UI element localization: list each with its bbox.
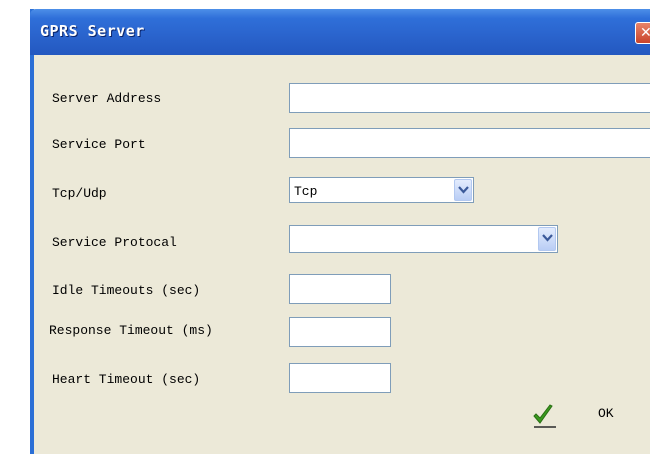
tcp-udp-selected-value: Tcp <box>294 184 318 199</box>
window-title: GPRS Server <box>40 22 145 40</box>
response-timeout-label: Response Timeout (ms) <box>49 323 213 338</box>
idle-timeouts-label: Idle Timeouts (sec) <box>52 283 201 298</box>
tcp-udp-label: Tcp/Udp <box>52 186 107 201</box>
ok-label: OK <box>598 406 614 421</box>
close-button[interactable]: ✕ <box>635 22 650 44</box>
service-port-label: Service Port <box>52 137 146 152</box>
service-protocol-select[interactable] <box>289 225 558 253</box>
chevron-down-icon[interactable] <box>538 227 556 251</box>
idle-timeouts-input[interactable] <box>289 274 391 304</box>
service-protocol-label: Service Protocal <box>52 235 177 250</box>
ok-button[interactable]: OK <box>530 402 630 430</box>
heart-timeout-input[interactable] <box>289 363 391 393</box>
service-port-input[interactable] <box>289 128 650 158</box>
heart-timeout-label: Heart Timeout (sec) <box>52 372 201 387</box>
close-icon: ✕ <box>640 25 650 41</box>
tcp-udp-select[interactable]: Tcp <box>289 177 474 203</box>
server-address-input[interactable] <box>289 83 650 113</box>
server-address-label: Server Address <box>52 91 162 106</box>
checkmark-icon <box>533 404 556 428</box>
dialog-body <box>34 55 650 454</box>
response-timeout-input[interactable] <box>289 317 391 347</box>
chevron-down-icon[interactable] <box>454 179 472 201</box>
